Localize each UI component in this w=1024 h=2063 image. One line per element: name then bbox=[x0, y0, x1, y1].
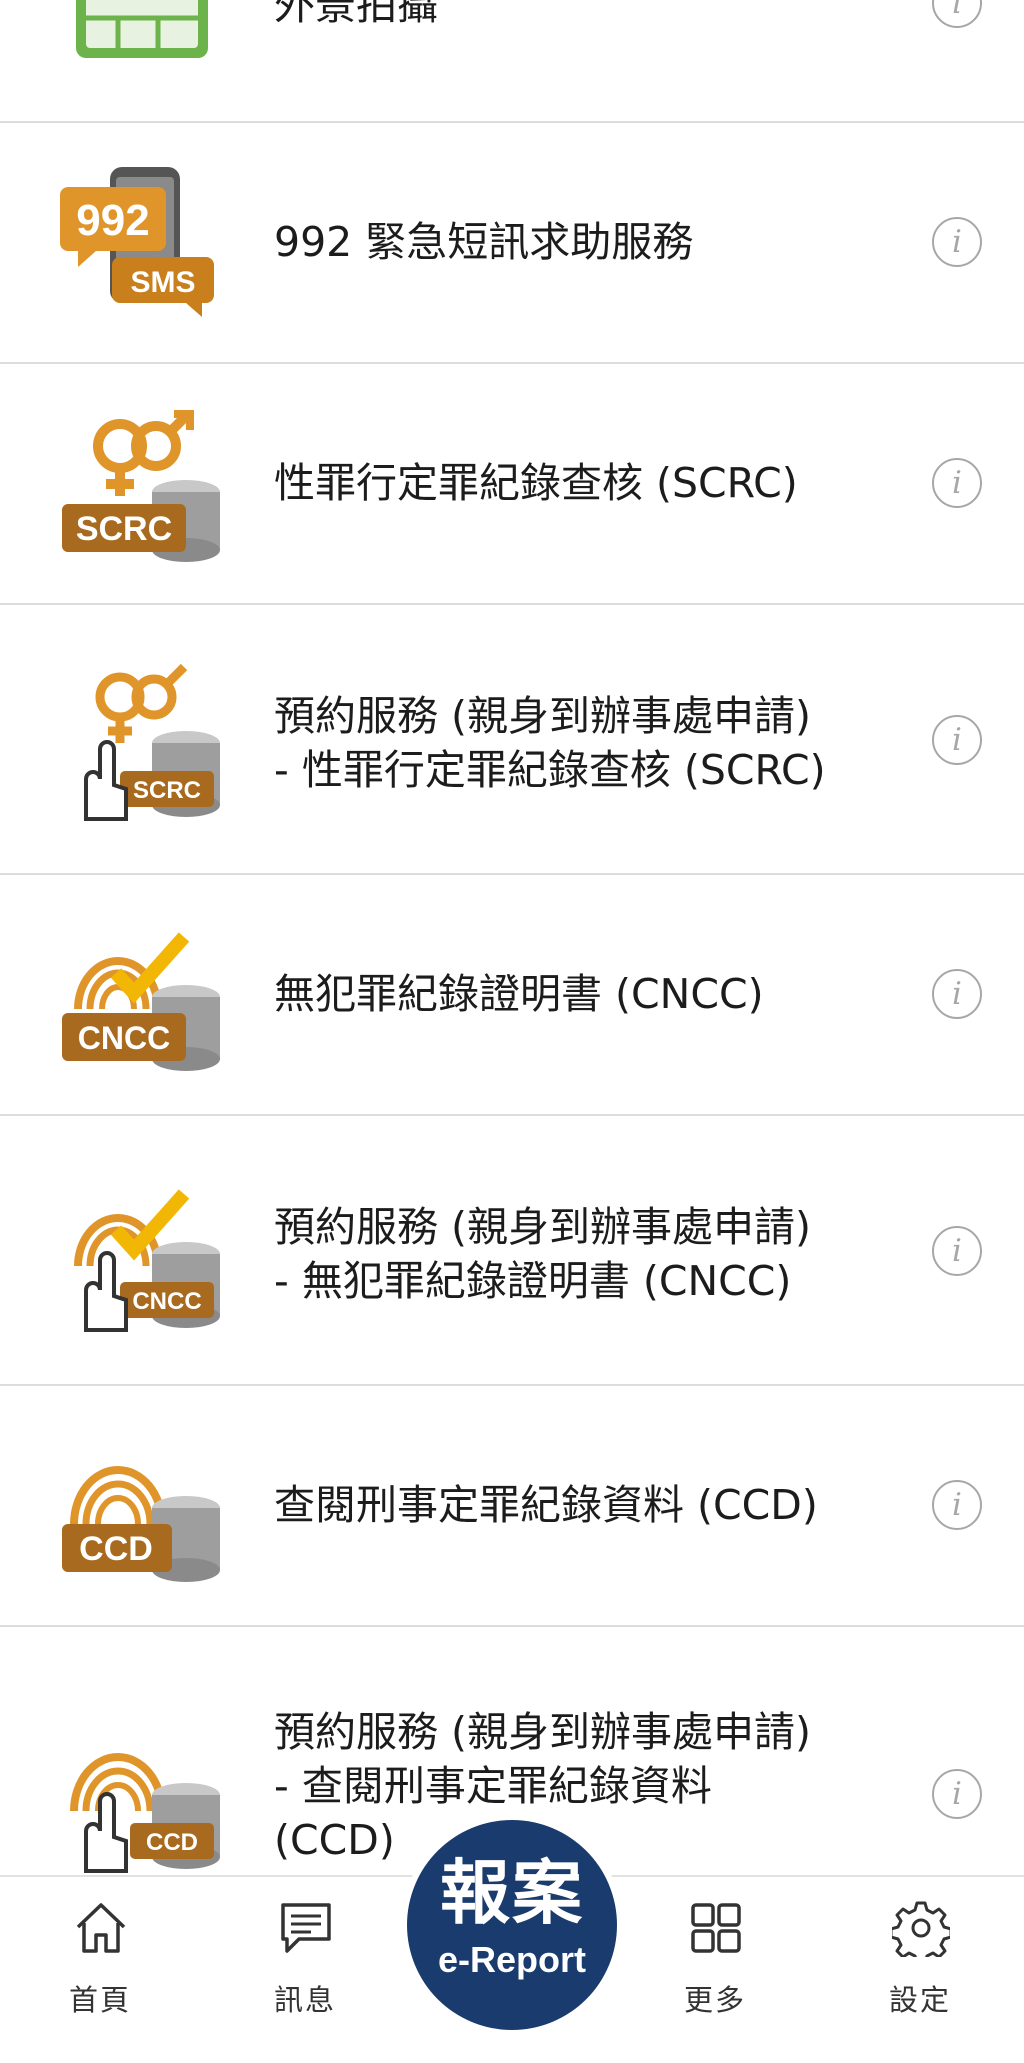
service-row-cncc-appointment[interactable]: CNCC 預約服務 (親身到辦事處申請) - 無犯罪紀錄證明書 (CNCC) i bbox=[0, 1116, 1024, 1386]
ccd-badge-text: CCD bbox=[79, 1530, 153, 1568]
tab-home[interactable]: 首頁 bbox=[30, 1877, 170, 2063]
service-label: 預約服務 (親身到辦事處申請) - 無犯罪紀錄證明書 (CNCC) bbox=[274, 1203, 812, 1305]
e-report-zh-label: 報案 bbox=[440, 1852, 584, 1934]
service-label: 查閱刑事定罪紀錄資料 (CCD) bbox=[274, 1481, 818, 1529]
scrc-database-icon: SCRC bbox=[62, 410, 220, 562]
home-icon bbox=[76, 1903, 126, 1953]
tab-more-label: 更多 bbox=[683, 1983, 746, 2017]
service-row-scrc[interactable]: SCRC 性罪行定罪紀錄查核 (SCRC) i bbox=[0, 364, 1024, 605]
ccd-database-icon: CCD bbox=[62, 1466, 220, 1582]
info-icon[interactable]: i bbox=[932, 0, 982, 28]
ccd-appointment-icon: CCD bbox=[70, 1753, 220, 1873]
service-label: 992 緊急短訊求助服務 bbox=[274, 218, 694, 266]
service-row-cncc[interactable]: CNCC 無犯罪紀錄證明書 (CNCC) i bbox=[0, 875, 1024, 1116]
cncc-badge-text: CNCC bbox=[132, 1288, 201, 1315]
cncc-badge-text: CNCC bbox=[78, 1020, 170, 1056]
camera-screen-icon bbox=[76, 0, 208, 58]
info-icon[interactable]: i bbox=[932, 458, 982, 508]
tab-home-label: 首頁 bbox=[68, 1983, 131, 2017]
scrc-appointment-icon: SCRC bbox=[84, 663, 220, 821]
info-icon[interactable]: i bbox=[932, 1226, 982, 1276]
sms-bottom-text: SMS bbox=[130, 266, 195, 299]
sms-top-text: 992 bbox=[76, 196, 149, 245]
info-icon[interactable]: i bbox=[932, 1480, 982, 1530]
service-label: 預約服務 (親身到辦事處申請) - 性罪行定罪紀錄查核 (SCRC) bbox=[274, 692, 826, 794]
service-label: 外景拍攝 bbox=[274, 0, 438, 29]
tab-messages[interactable]: 訊息 bbox=[235, 1877, 375, 2063]
service-label: 無犯罪紀錄證明書 (CNCC) bbox=[274, 970, 764, 1018]
tab-settings[interactable]: 設定 bbox=[850, 1877, 990, 2063]
info-icon[interactable]: i bbox=[932, 969, 982, 1019]
service-row-outdoor-filming[interactable]: 外景拍攝 i bbox=[0, 0, 1024, 123]
ccd-badge-text: CCD bbox=[146, 1829, 198, 1856]
service-row-ccd[interactable]: CCD 查閱刑事定罪紀錄資料 (CCD) i bbox=[0, 1386, 1024, 1627]
cncc-appointment-icon: CNCC bbox=[74, 1189, 220, 1332]
grid-icon bbox=[691, 1903, 741, 1953]
gear-icon bbox=[892, 1901, 950, 1957]
992-sms-icon: 992 SMS bbox=[60, 167, 214, 317]
scrc-badge-text: SCRC bbox=[76, 510, 172, 548]
e-report-en-label: e-Report bbox=[437, 1939, 586, 1980]
scrc-badge-text: SCRC bbox=[133, 777, 201, 804]
tab-messages-label: 訊息 bbox=[273, 1983, 336, 2017]
e-report-disc: 報案 e-Report bbox=[407, 1820, 617, 2030]
service-label: 性罪行定罪紀錄查核 (SCRC) bbox=[274, 459, 798, 507]
info-icon[interactable]: i bbox=[932, 1769, 982, 1819]
tab-settings-label: 設定 bbox=[888, 1983, 951, 2017]
message-icon bbox=[281, 1903, 331, 1953]
service-row-992-sms[interactable]: 992 SMS 992 緊急短訊求助服務 i bbox=[0, 123, 1024, 364]
info-icon[interactable]: i bbox=[932, 715, 982, 765]
e-report-button[interactable]: 報案 e-Report bbox=[401, 1814, 623, 2036]
service-row-scrc-appointment[interactable]: SCRC 預約服務 (親身到辦事處申請) - 性罪行定罪紀錄查核 (SCRC) … bbox=[0, 605, 1024, 875]
tab-more[interactable]: 更多 bbox=[645, 1877, 785, 2063]
cncc-database-icon: CNCC bbox=[62, 932, 220, 1071]
info-icon[interactable]: i bbox=[932, 217, 982, 267]
